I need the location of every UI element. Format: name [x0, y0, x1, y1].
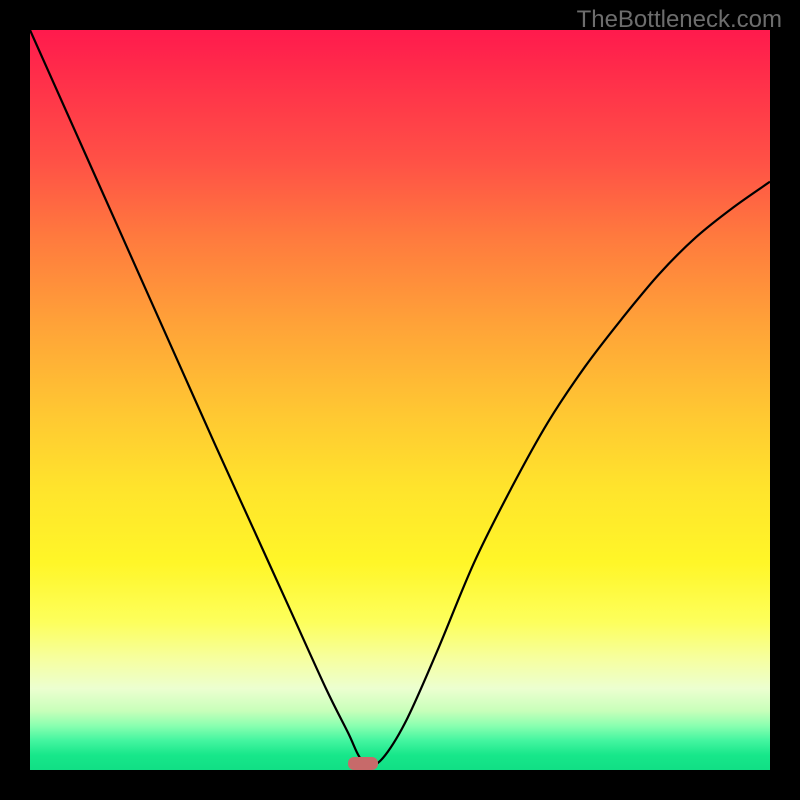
watermark-text: TheBottleneck.com	[577, 6, 782, 34]
minimum-marker	[348, 757, 378, 770]
bottleneck-curve	[30, 30, 770, 770]
curve-path	[30, 30, 770, 766]
plot-area	[30, 30, 770, 770]
